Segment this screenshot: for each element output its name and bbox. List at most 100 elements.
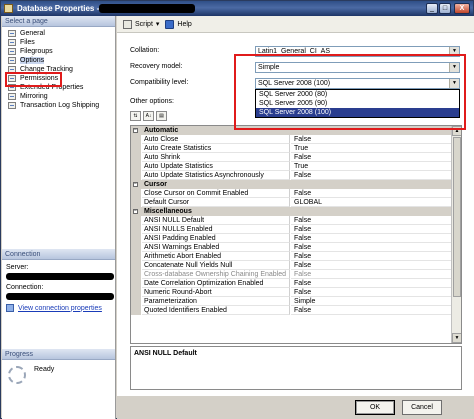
help-button[interactable]: Help	[165, 19, 192, 29]
property-value[interactable]: False	[291, 216, 451, 225]
property-name: ANSI Warnings Enabled	[142, 243, 290, 252]
property-value[interactable]: False	[291, 153, 451, 162]
page-icon	[8, 102, 16, 109]
property-name: Quoted Identifiers Enabled	[142, 306, 290, 315]
property-name: ANSI NULLS Enabled	[142, 225, 290, 234]
right-pane: Script ▾ Help Collation: Latin1_General_…	[117, 16, 474, 396]
title-bar[interactable]: Database Properties - _ □ X	[1, 1, 473, 16]
property-value[interactable]: False	[291, 225, 451, 234]
property-row[interactable]: Concatenate Null Yields Null False	[131, 261, 461, 270]
cancel-button[interactable]: Cancel	[402, 400, 442, 415]
property-value[interactable]: False	[291, 279, 451, 288]
scroll-thumb[interactable]	[453, 137, 461, 297]
page-item-options[interactable]: Options	[2, 56, 115, 65]
collapse-icon[interactable]: −	[133, 209, 138, 214]
select-page-header: Select a page	[2, 16, 115, 27]
script-dropdown-arrow-icon[interactable]: ▾	[156, 20, 160, 28]
property-value[interactable]: False	[291, 135, 451, 144]
property-row[interactable]: ANSI Warnings Enabled False	[131, 243, 461, 252]
page-item-general[interactable]: General	[2, 29, 115, 38]
property-value[interactable]: False	[291, 288, 451, 297]
category-label: Cursor	[144, 181, 167, 188]
property-name: Concatenate Null Yields Null	[142, 261, 290, 270]
property-row[interactable]: Close Cursor on Commit Enabled False	[131, 189, 461, 198]
property-pages-icon[interactable]: ▤	[156, 111, 167, 121]
property-value[interactable]: True	[291, 144, 451, 153]
property-row[interactable]: Date Correlation Optimization Enabled Fal…	[131, 279, 461, 288]
scroll-down-icon[interactable]: ▼	[452, 333, 461, 343]
property-value[interactable]: Simple	[291, 297, 451, 306]
redacted-database-name	[99, 4, 195, 13]
property-row[interactable]: Auto Update Statistics True	[131, 162, 461, 171]
property-name: Cross-database Ownership Chaining Enable…	[142, 270, 290, 279]
view-connection-properties-link[interactable]: View connection properties	[6, 304, 114, 312]
page-item-transaction-log-shipping[interactable]: Transaction Log Shipping	[2, 101, 115, 110]
property-row[interactable]: Auto Create Statistics True	[131, 144, 461, 153]
script-button[interactable]: Script ▾	[123, 19, 160, 29]
property-row[interactable]: ANSI NULLS Enabled False	[131, 225, 461, 234]
property-name: Parameterization	[142, 297, 290, 306]
property-value[interactable]: False	[291, 243, 451, 252]
property-row[interactable]: Numeric Round-Abort False	[131, 288, 461, 297]
property-row[interactable]: Default Cursor GLOBAL	[131, 198, 461, 207]
property-grid-scrollbar[interactable]: ▲ ▼	[451, 126, 461, 343]
dialog-button-bar: OK Cancel	[117, 396, 474, 419]
property-value[interactable]: False	[291, 306, 451, 315]
page-item-mirroring[interactable]: Mirroring	[2, 92, 115, 101]
property-value[interactable]: False	[291, 189, 451, 198]
ok-button[interactable]: OK	[355, 400, 395, 415]
property-description-panel: ANSI NULL Default	[130, 346, 462, 390]
property-value[interactable]: False	[291, 234, 451, 243]
page-icon	[8, 93, 16, 100]
property-row[interactable]: Auto Update Statistics Asynchronously Fal…	[131, 171, 461, 180]
row-gutter	[131, 288, 141, 297]
property-value[interactable]: GLOBAL	[291, 198, 451, 207]
collapse-icon[interactable]: −	[133, 182, 138, 187]
minimize-button[interactable]: _	[426, 3, 438, 14]
maximize-button[interactable]: □	[439, 3, 451, 14]
property-name: ANSI Padding Enabled	[142, 234, 290, 243]
view-connection-properties-label: View connection properties	[18, 304, 102, 312]
category-row-miscellaneous[interactable]: − Miscellaneous	[131, 207, 461, 216]
page-item-label: Mirroring	[20, 93, 48, 100]
property-row[interactable]: Auto Close False	[131, 135, 461, 144]
page-icon	[8, 48, 16, 55]
property-name: Arithmetic Abort Enabled	[142, 252, 290, 261]
property-value[interactable]: False	[291, 261, 451, 270]
property-row[interactable]: Parameterization Simple	[131, 297, 461, 306]
highlight-box-compatibility	[234, 54, 466, 130]
property-name: Close Cursor on Commit Enabled	[142, 189, 290, 198]
collapse-icon[interactable]: −	[133, 128, 138, 133]
category-row-cursor[interactable]: − Cursor	[131, 180, 461, 189]
property-value[interactable]: False	[291, 171, 451, 180]
script-label: Script	[135, 20, 153, 28]
database-icon	[4, 4, 13, 13]
alphabetical-sort-icon[interactable]: A↓	[143, 111, 154, 121]
page-item-files[interactable]: Files	[2, 38, 115, 47]
property-grid-toolbar: ⇅ A↓ ▤	[130, 111, 169, 121]
property-row[interactable]: Quoted Identifiers Enabled False	[131, 306, 461, 315]
category-label: Automatic	[144, 127, 179, 134]
page-item-filegroups[interactable]: Filegroups	[2, 47, 115, 56]
property-name: Auto Create Statistics	[142, 144, 290, 153]
property-name: Numeric Round-Abort	[142, 288, 290, 297]
categorized-sort-icon[interactable]: ⇅	[130, 111, 141, 121]
progress-panel: Ready	[8, 366, 54, 384]
property-row[interactable]: ANSI NULL Default False	[131, 216, 461, 225]
property-value[interactable]: False	[291, 252, 451, 261]
property-description-title: ANSI NULL Default	[134, 350, 197, 357]
page-list: General Files Filegroups Options Change …	[2, 27, 115, 110]
property-row[interactable]: Auto Shrink False	[131, 153, 461, 162]
property-row[interactable]: Arithmetic Abort Enabled False	[131, 252, 461, 261]
property-name: Auto Shrink	[142, 153, 290, 162]
recovery-model-label: Recovery model:	[130, 63, 183, 70]
page-item-label: Options	[20, 57, 45, 64]
property-name: Auto Update Statistics Asynchronously	[142, 171, 290, 180]
row-gutter	[131, 162, 141, 171]
row-gutter	[131, 144, 141, 153]
property-row[interactable]: ANSI Padding Enabled False	[131, 234, 461, 243]
property-value[interactable]: True	[291, 162, 451, 171]
row-gutter	[131, 297, 141, 306]
property-grid: − Automatic Auto Close False Auto Create …	[130, 125, 462, 344]
close-button[interactable]: X	[454, 3, 470, 14]
